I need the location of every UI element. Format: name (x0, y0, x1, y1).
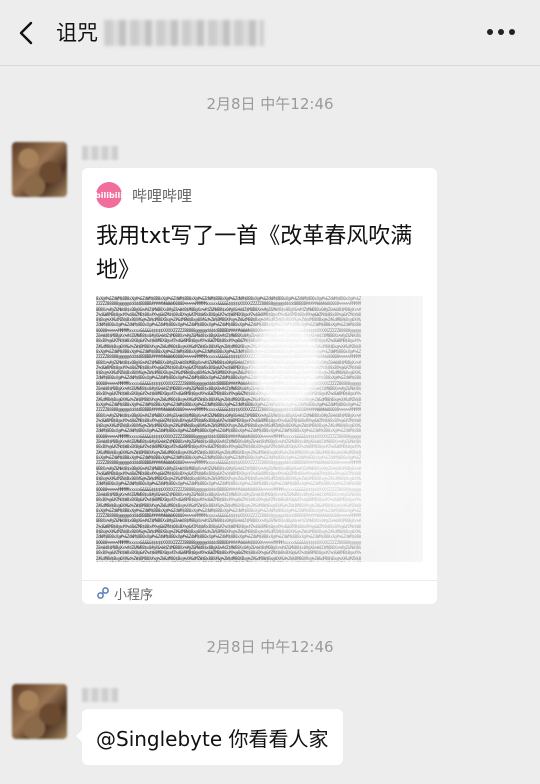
chat-header: 诅咒 (0, 0, 540, 66)
back-arrow-icon[interactable] (16, 20, 38, 46)
chat-title: 诅咒 (56, 21, 98, 45)
message-text: @Singlebyte 你看看人家 (96, 726, 329, 751)
card-thumbnail-image: 0xX@#%&ZdWM$8B0xX@#%&ZdWM$8B0xX@#%&ZdWM$… (96, 296, 423, 562)
more-options-icon[interactable] (487, 26, 515, 38)
text-message-bubble[interactable]: @Singlebyte 你看看人家 (76, 709, 343, 765)
blurred-sender-name (82, 688, 118, 702)
message-timestamp: 2月8日 中午12:46 (206, 95, 334, 113)
message-timestamp: 2月8日 中午12:46 (206, 638, 334, 656)
card-source: bilibili 哔哩哔哩 (95, 181, 193, 209)
bilibili-logo-icon: bilibili (95, 182, 123, 208)
mini-program-label: 小程序 (114, 587, 154, 603)
card-divider (82, 580, 437, 581)
card-source-name: 哔哩哔哩 (132, 186, 193, 205)
card-footer: 小程序 (96, 582, 153, 604)
blurred-sender-name (82, 146, 118, 160)
card-title: 我用txt写了一首《改革春风吹满地》 (96, 224, 413, 283)
ascii-portrait-shading (96, 296, 423, 562)
sender-avatar[interactable] (12, 142, 67, 197)
sender-avatar[interactable] (12, 684, 67, 739)
mini-program-card[interactable]: bilibili 哔哩哔哩 我用txt写了一首《改革春风吹满地》 0xX@#%&… (82, 168, 437, 604)
blurred-chat-name (104, 20, 264, 46)
mini-program-icon (97, 587, 109, 599)
